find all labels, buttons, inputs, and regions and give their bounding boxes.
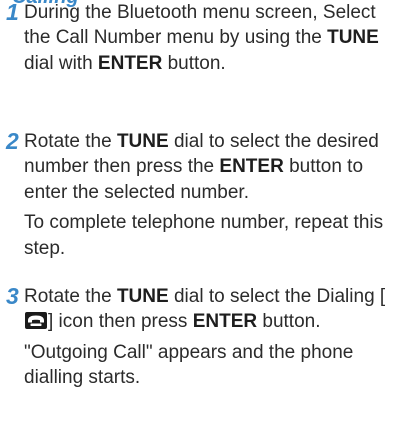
enter-label: ENTER: [219, 156, 284, 178]
step-text: Rotate the TUNE dial to select the desir…: [24, 129, 396, 261]
step-text: During the Bluetooth menu screen, Select…: [24, 0, 396, 76]
tune-label: TUNE: [116, 286, 169, 307]
step-number: 1: [6, 0, 19, 25]
instruction-page: Calling 1 During the Bluetooth menu scre…: [0, 0, 404, 428]
enter-label: ENTER: [97, 52, 163, 74]
step-paragraph: Rotate the TUNE dial to select the Diali…: [24, 286, 386, 333]
enter-label: ENTER: [192, 311, 258, 333]
step-text: Rotate the TUNE dial to select the Diali…: [24, 284, 396, 391]
step-number: 3: [6, 283, 19, 309]
step-note: To complete telephone number, repeat thi…: [24, 212, 384, 259]
step-number: 2: [6, 128, 19, 154]
step-paragraph: During the Bluetooth menu screen, Select…: [24, 2, 379, 74]
tune-label: TUNE: [327, 27, 379, 49]
step-paragraph: Rotate the TUNE dial to select the desir…: [24, 131, 379, 203]
tune-label: TUNE: [116, 131, 169, 152]
step-note: "Outgoing Call" appears and the phone di…: [24, 341, 354, 389]
phone-handset-icon: [25, 312, 47, 330]
